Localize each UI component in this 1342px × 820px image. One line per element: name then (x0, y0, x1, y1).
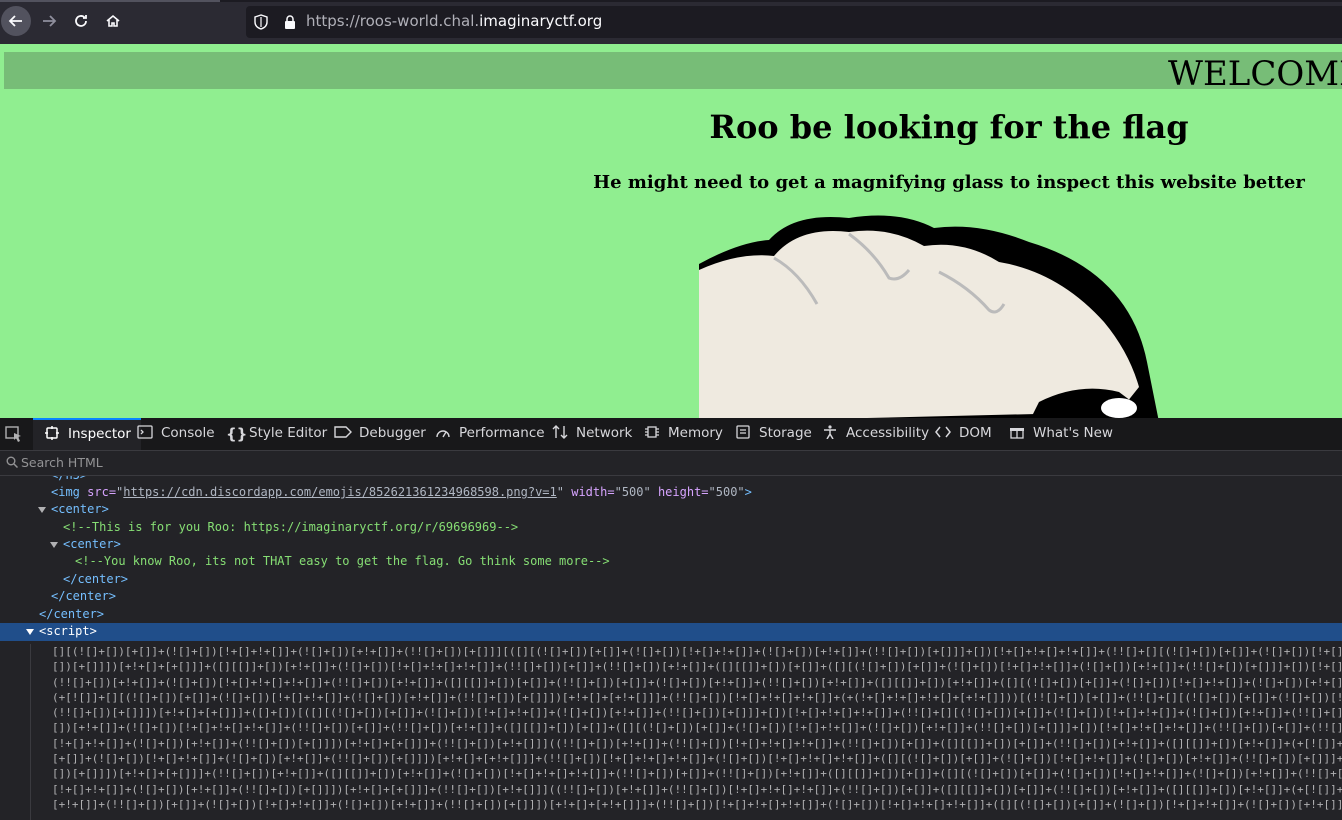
tab-label: What's New (1033, 425, 1113, 441)
element-picker-icon[interactable] (5, 426, 23, 442)
tab-performance[interactable]: Performance (434, 418, 545, 450)
devtools-tabbar: Inspector Console {} Style Editor Debugge… (0, 418, 1342, 451)
browser-toolbar: https://roos-world.chal.imaginaryctf.org (0, 0, 1342, 44)
tab-label: DOM (959, 425, 992, 441)
script-line: [!+[]+!+[]]+(![]+[])[+!+[]]+(!![]+[])[+[… (52, 736, 1342, 750)
tree-node-comment-1[interactable]: <!--This is for you Roo: https://imagina… (0, 519, 1342, 536)
tab-label: Debugger (359, 425, 426, 441)
script-line: [])[+[]]])[+!+[]+[+[]]]+(!![]+[])[+!+[]]… (52, 767, 1342, 781)
braces-icon: {} (226, 425, 248, 443)
script-line: [])[+!+[]]+(![]+[])[!+[]+!+[]+!+[]]+(!![… (52, 721, 1342, 735)
expand-twisty-icon[interactable] (26, 629, 34, 635)
script-line: [+!+[]]+(!![]+[])[+[]]+(![]+[])[!+[]+!+[… (52, 797, 1342, 811)
tab-label: Performance (459, 425, 545, 441)
tab-label: Storage (759, 425, 812, 441)
url-domain: imaginaryctf.org (479, 12, 603, 30)
tree-node-script-selected[interactable]: <script> (0, 623, 1342, 641)
script-line: (!![]+[])[+[]]])[+!+[]+[+[]]]+([]+[])[([… (52, 706, 1342, 720)
inspector-icon (45, 426, 59, 440)
tab-label: Network (576, 425, 633, 441)
search-icon (6, 456, 18, 468)
search-html-input[interactable]: Search HTML (21, 455, 103, 470)
tree-node-center-outer-close[interactable]: </center> (0, 588, 1342, 605)
tab-memory[interactable]: Memory (643, 418, 723, 450)
page-subheading: He might need to get a magnifying glass … (593, 172, 1305, 193)
tab-label: Memory (668, 425, 723, 441)
code-icon (935, 426, 951, 438)
script-line: (+[![]]+[][(![]+[])[+[]]+(![]+[])[!+[]+!… (52, 690, 1342, 704)
back-button[interactable] (1, 6, 31, 36)
tree-node-h3-close[interactable]: </h3> (0, 476, 1342, 484)
gauge-icon (436, 430, 450, 438)
page-viewport: WELCOME Roo be looking for the flag He m… (0, 44, 1342, 418)
tab-console[interactable]: Console (136, 418, 215, 450)
tab-inspector[interactable]: Inspector (33, 418, 141, 450)
shield-icon[interactable] (254, 14, 268, 30)
page-heading: Roo be looking for the flag (709, 108, 1189, 146)
tab-accessibility[interactable]: Accessibility (821, 418, 929, 450)
img-src-link[interactable]: https://cdn.discordapp.com/emojis/852621… (123, 485, 556, 499)
script-line: [])[+[]]])[+!+[]+[+[]]]+([][[]]+[])[+!+[… (52, 660, 1342, 674)
tab-label: Inspector (68, 426, 131, 442)
markup-tree: </h3> <img src="https://cdn.discordapp.c… (0, 476, 1342, 820)
tab-debugger[interactable]: Debugger (334, 418, 426, 450)
arrows-updown-icon (552, 425, 568, 439)
home-icon (106, 14, 120, 27)
tree-node-center-close[interactable]: </center> (0, 606, 1342, 623)
tab-dom[interactable]: DOM (934, 418, 992, 450)
script-line: [][(![]+[])[+[]]+(![]+[])[!+[]+!+[]]+(![… (52, 645, 1342, 658)
back-arrow-icon (8, 15, 22, 27)
chip-icon (645, 426, 659, 438)
tree-node-center-outer[interactable]: <center> (0, 501, 1342, 518)
marquee-text: WELCOME (1168, 54, 1342, 89)
expand-twisty-icon[interactable] (50, 542, 58, 548)
tab-network[interactable]: Network (551, 418, 632, 450)
accessibility-icon (824, 425, 836, 439)
tab-whats-new[interactable]: What's New (1008, 418, 1113, 450)
forward-arrow-icon (43, 15, 57, 27)
devtools-panel: Inspector Console {} Style Editor Debugge… (0, 418, 1342, 820)
marquee-bar: WELCOME (4, 52, 1342, 89)
tab-storage[interactable]: Storage (734, 418, 812, 450)
lock-icon[interactable] (284, 14, 296, 30)
forward-button[interactable] (34, 6, 64, 36)
tree-node-comment-2[interactable]: <!--You know Roo, its not THAT easy to g… (0, 553, 1342, 570)
tab-label: Accessibility (846, 425, 930, 441)
search-html-bar: Search HTML (0, 451, 1342, 476)
tab-label: Style Editor (249, 425, 328, 441)
tab-label: Console (161, 425, 215, 441)
expand-twisty-icon[interactable] (38, 507, 46, 513)
debugger-icon (334, 426, 352, 438)
console-icon (137, 425, 153, 439)
tab-style-editor[interactable]: {} Style Editor (226, 418, 327, 450)
gift-icon (1010, 428, 1024, 439)
script-line: [!+[]+!+[]]+(![]+[])[+!+[]]+(!![]+[])[+[… (52, 782, 1342, 796)
tree-node-center-inner-close[interactable]: </center> (0, 571, 1342, 588)
active-tab-indicator[interactable] (0, 0, 220, 2)
script-line: (!![]+[])[+!+[]]+(![]+[])[!+[]+!+[]+!+[]… (52, 675, 1342, 689)
indent-guide (30, 644, 31, 820)
url-text[interactable]: https://roos-world.chal.imaginaryctf.org (306, 12, 602, 30)
url-bar[interactable]: https://roos-world.chal.imaginaryctf.org (246, 6, 1342, 38)
home-button[interactable] (98, 6, 128, 36)
script-line: [+[]]+(![]+[])[!+[]+!+[]]+(![]+[])[+!+[]… (52, 752, 1342, 766)
tree-node-center-inner[interactable]: <center> (0, 536, 1342, 553)
roo-emoji-image (699, 215, 1159, 418)
storage-icon (736, 425, 750, 439)
url-prefix: https://roos-world.chal. (306, 12, 480, 30)
script-content[interactable]: [][(![]+[])[+[]]+(![]+[])[!+[]+!+[]]+(![… (52, 644, 1342, 814)
reload-icon (75, 15, 87, 27)
reload-button[interactable] (66, 6, 96, 36)
tree-node-img[interactable]: <img src="https://cdn.discordapp.com/emo… (0, 484, 1342, 501)
